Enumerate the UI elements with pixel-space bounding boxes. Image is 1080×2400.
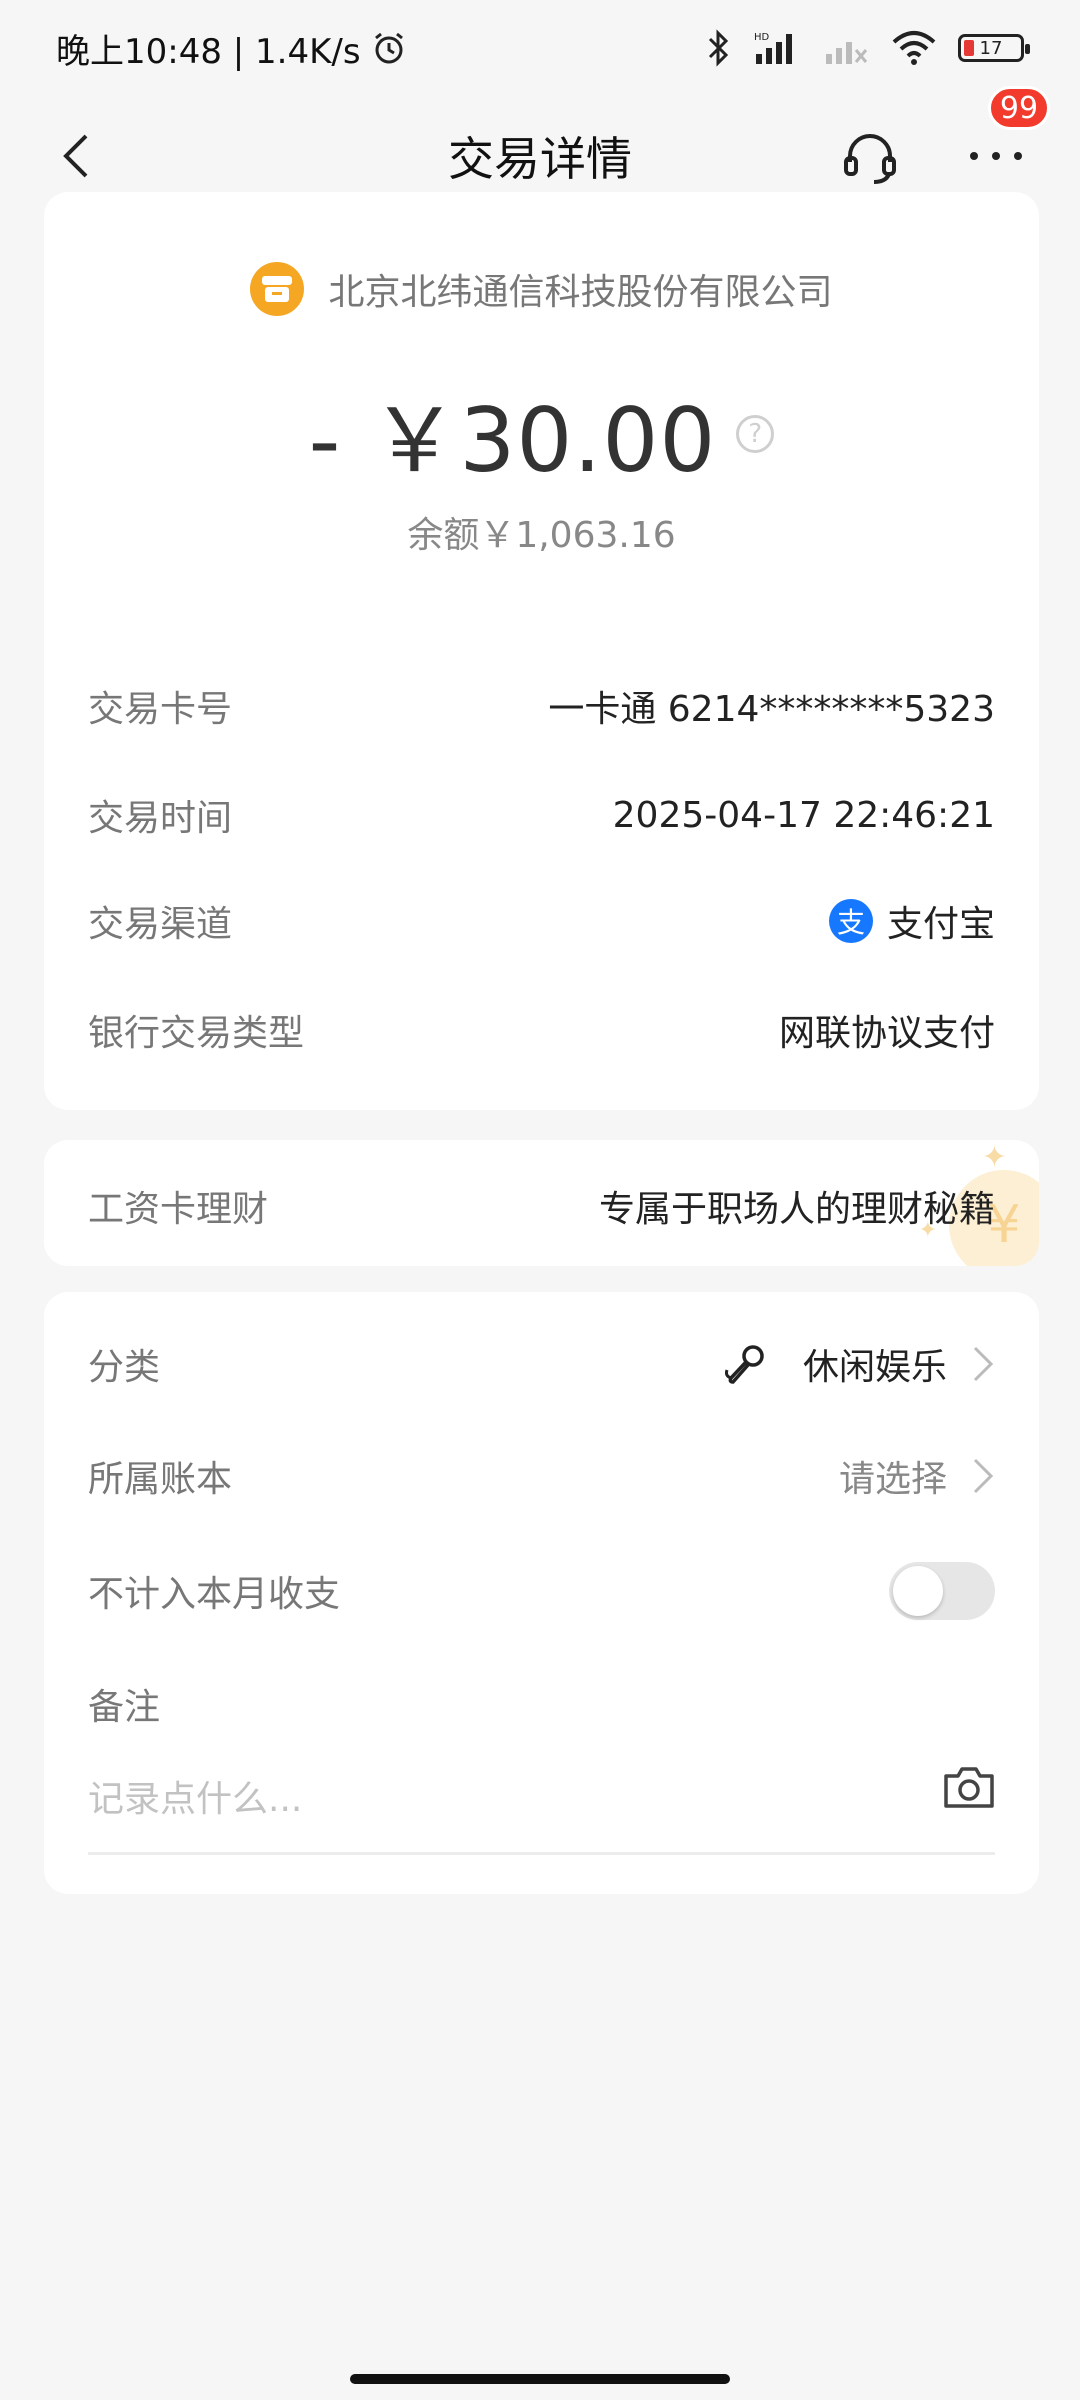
status-time-speed: 晚上10:48 | 1.4K/s xyxy=(56,31,361,72)
detail-value: 网联协议支付 xyxy=(778,1013,995,1054)
status-bar: 晚上10:48 | 1.4K/s HD 17 xyxy=(0,0,1080,96)
ledger-value: 请选择 xyxy=(838,1459,947,1500)
svg-text:HD: HD xyxy=(754,32,770,43)
note-row: 备注 xyxy=(88,1678,995,1730)
detail-label: 交易卡号 xyxy=(88,689,233,730)
more-icon[interactable] xyxy=(966,136,1026,176)
wifi-icon xyxy=(892,31,936,65)
microphone-icon xyxy=(724,1345,764,1384)
promo-row[interactable]: 工资卡理财 专属于职场人的理财秘籍 xyxy=(88,1180,995,1232)
toggle-knob xyxy=(893,1566,943,1616)
merchant-row: 北京北纬通信科技股份有限公司 xyxy=(44,262,1039,316)
customer-service-icon[interactable] xyxy=(842,130,898,186)
promo-label: 工资卡理财 xyxy=(88,1189,269,1230)
detail-row-bank-type: 银行交易类型 网联协议支付 xyxy=(88,1004,995,1056)
promo-value: 专属于职场人的理财秘籍 xyxy=(598,1189,995,1230)
signal-weak-icon xyxy=(826,42,868,64)
alipay-icon: 支 xyxy=(828,899,873,943)
alarm-icon xyxy=(374,32,403,64)
status-right: HD 17 xyxy=(706,29,1030,67)
note-input[interactable]: 记录点什么... xyxy=(88,1770,918,1822)
exclude-toggle[interactable] xyxy=(889,1562,995,1620)
home-indicator[interactable] xyxy=(350,2374,730,2384)
category-label: 分类 xyxy=(88,1347,161,1388)
battery-text: 17 xyxy=(979,37,1003,59)
settings-card: 分类 休闲娱乐 所属账本 请选择 不计入本月收支 备注 记录点什么... xyxy=(44,1292,1039,1894)
note-underline xyxy=(88,1852,995,1855)
category-row[interactable]: 分类 休闲娱乐 xyxy=(88,1338,995,1390)
exclude-row: 不计入本月收支 xyxy=(88,1562,995,1620)
detail-label: 银行交易类型 xyxy=(88,1013,305,1054)
ledger-label: 所属账本 xyxy=(88,1459,233,1500)
bluetooth-icon xyxy=(708,29,729,67)
store-icon xyxy=(250,262,305,316)
detail-row-time: 交易时间 2025-04-17 22:46:21 xyxy=(88,789,995,841)
detail-value: 2025-04-17 22:46:21 xyxy=(612,794,995,836)
detail-row-card-number: 交易卡号 一卡通 6214********5323 xyxy=(88,680,995,732)
detail-row-channel: 交易渠道 支 支付宝 xyxy=(88,895,995,947)
amount-row: - ￥30.00 ? xyxy=(44,370,1039,497)
chevron-right-icon xyxy=(973,1458,994,1494)
ledger-value-group: 请选择 xyxy=(839,1450,995,1502)
ledger-row[interactable]: 所属账本 请选择 xyxy=(88,1450,995,1502)
note-label: 备注 xyxy=(88,1687,161,1728)
chevron-right-icon xyxy=(973,1346,994,1382)
merchant-name: 北京北纬通信科技股份有限公司 xyxy=(328,272,833,313)
detail-label: 交易渠道 xyxy=(88,904,233,945)
camera-icon[interactable] xyxy=(942,1764,996,1810)
exclude-label: 不计入本月收支 xyxy=(88,1574,341,1615)
signal-hd-icon: HD xyxy=(754,32,792,64)
channel-name: 支付宝 xyxy=(886,904,995,945)
transaction-amount: - ￥30.00 xyxy=(308,389,717,492)
channel-value: 支 支付宝 xyxy=(828,895,995,947)
transaction-card: 北京北纬通信科技股份有限公司 - ￥30.00 ? 余额￥1,063.16 交易… xyxy=(44,192,1039,1110)
category-value-group: 休闲娱乐 xyxy=(723,1338,995,1390)
balance-text: 余额￥1,063.16 xyxy=(407,515,676,556)
battery-icon: 17 xyxy=(958,34,1030,62)
detail-value: 一卡通 6214********5323 xyxy=(548,689,995,730)
notification-badge: 99 xyxy=(988,86,1050,130)
detail-label: 交易时间 xyxy=(88,798,233,839)
status-left: 晚上10:48 | 1.4K/s xyxy=(56,24,407,73)
category-value: 休闲娱乐 xyxy=(802,1347,947,1388)
help-icon[interactable]: ? xyxy=(736,414,775,453)
back-icon[interactable] xyxy=(54,132,102,180)
promo-card[interactable]: ✦ ✦ ¥ 工资卡理财 专属于职场人的理财秘籍 xyxy=(44,1140,1039,1266)
page-title: 交易详情 xyxy=(448,132,632,186)
